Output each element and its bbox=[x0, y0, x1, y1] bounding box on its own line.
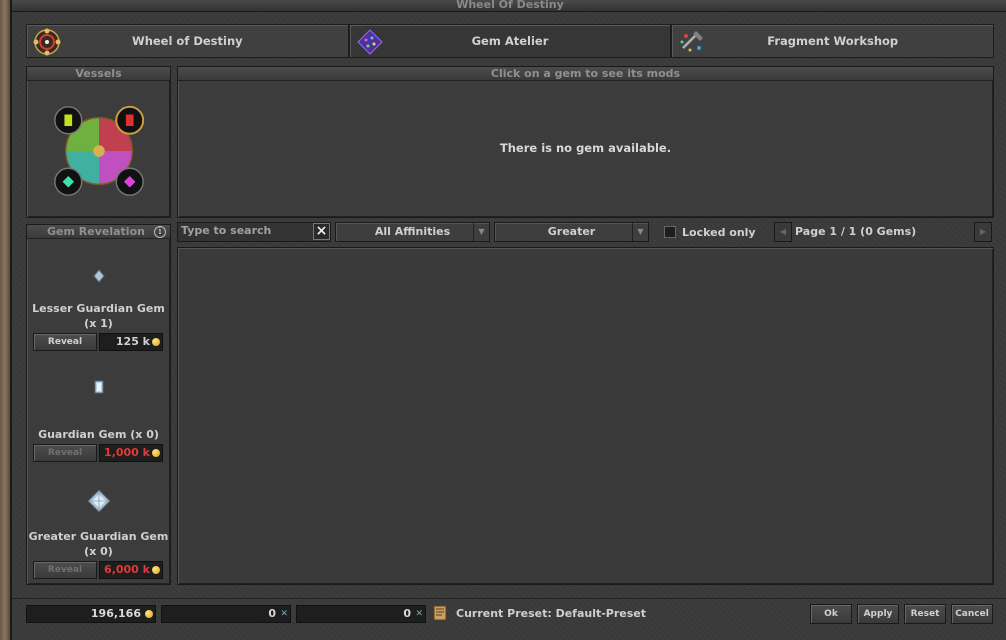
lesser-gem-icon bbox=[92, 269, 105, 283]
gem-list-area bbox=[177, 247, 994, 585]
info-icon[interactable]: i bbox=[154, 226, 166, 238]
greater-gem-icon bbox=[86, 489, 111, 513]
wheel-of-destiny-window: Wheel Of Destiny Wheel of Destiny Gem At… bbox=[10, 0, 1006, 640]
quality-dropdown[interactable]: Greater ▼ bbox=[494, 222, 649, 242]
vessels-panel: Vessels bbox=[26, 66, 171, 218]
tab-fragment-workshop[interactable]: Fragment Workshop bbox=[671, 24, 995, 58]
price-value: 6,000 k bbox=[104, 563, 150, 576]
page-indicator: Page 1 / 1 (0 Gems) bbox=[795, 225, 917, 238]
lesser-fragment-value: 0 bbox=[268, 607, 276, 620]
gem-mods-panel: Click on a gem to see its mods There is … bbox=[177, 66, 994, 218]
gem-name: Guardian Gem (x 0) bbox=[38, 428, 159, 441]
gem-revelation-title: Gem Revelation bbox=[47, 225, 145, 238]
vessel-wheel-icon[interactable] bbox=[51, 103, 147, 199]
lesser-fragment-counter: 0 ✕ bbox=[161, 605, 291, 623]
tab-label: Fragment Workshop bbox=[767, 34, 899, 48]
reveal-greater-button[interactable]: Reveal bbox=[33, 561, 97, 579]
no-gem-message: There is no gem available. bbox=[499, 141, 672, 155]
tab-wheel-of-destiny[interactable]: Wheel of Destiny bbox=[26, 24, 349, 58]
gold-coin-icon bbox=[152, 566, 160, 574]
greater-fragment-icon: ✕ bbox=[415, 609, 423, 619]
reveal-guardian-button[interactable]: Reveal bbox=[33, 444, 97, 462]
chevron-down-icon: ▼ bbox=[632, 223, 648, 241]
filter-bar: Type to search × All Affinities ▼ Greate… bbox=[177, 222, 994, 244]
vessels-header: Vessels bbox=[27, 67, 170, 81]
gem-revelation-header: Gem Revelation bbox=[27, 225, 170, 239]
greater-guardian-gem-item: Greater Guardian Gem (x 0) Reveal 6,000 … bbox=[27, 489, 170, 579]
guardian-gem-price: 1,000 k bbox=[99, 444, 163, 462]
locked-only-checkbox[interactable] bbox=[664, 226, 676, 238]
tab-bar: Wheel of Destiny Gem Atelier Fragment Wo… bbox=[26, 24, 995, 58]
greater-fragment-counter: 0 ✕ bbox=[296, 605, 426, 623]
tab-label: Wheel of Destiny bbox=[132, 34, 243, 48]
next-page-button[interactable]: ▶ bbox=[974, 222, 992, 242]
window-title[interactable]: Wheel Of Destiny bbox=[12, 0, 1006, 12]
current-preset-label: Current Preset: Default-Preset bbox=[456, 607, 647, 620]
background-edge bbox=[0, 0, 10, 640]
search-input[interactable]: Type to search bbox=[177, 222, 331, 242]
reveal-lesser-button[interactable]: Reveal bbox=[33, 333, 97, 351]
cancel-button[interactable]: Cancel bbox=[951, 604, 993, 624]
fragment-workshop-icon bbox=[680, 31, 704, 52]
wheel-icon bbox=[33, 28, 61, 56]
price-value: 1,000 k bbox=[104, 446, 150, 459]
gem-revelation-panel: Gem Revelation i Lesser Guardian Gem (x … bbox=[26, 224, 171, 585]
search-placeholder: Type to search bbox=[181, 224, 272, 237]
tab-gem-atelier[interactable]: Gem Atelier bbox=[348, 24, 672, 58]
clear-search-icon[interactable]: × bbox=[313, 223, 330, 240]
gem-name: Greater Guardian Gem (x 0) bbox=[28, 530, 169, 558]
ok-button[interactable]: Ok bbox=[810, 604, 852, 624]
greater-gem-price: 6,000 k bbox=[99, 561, 163, 579]
gold-coin-icon bbox=[145, 610, 153, 618]
tab-label: Gem Atelier bbox=[471, 34, 549, 48]
gem-atelier-icon bbox=[356, 29, 383, 55]
gold-coin-icon bbox=[152, 338, 160, 346]
gold-value: 196,166 bbox=[90, 607, 141, 620]
greater-fragment-value: 0 bbox=[403, 607, 411, 620]
lesser-fragment-icon: ✕ bbox=[280, 609, 288, 619]
prev-page-button[interactable]: ◀ bbox=[774, 222, 792, 242]
bottom-bar: 196,166 0 ✕ 0 ✕ Current Preset: Default-Pr… bbox=[12, 598, 1006, 628]
preset-icon[interactable] bbox=[432, 605, 448, 621]
lesser-gem-price: 125 k bbox=[99, 333, 163, 351]
gold-counter: 196,166 bbox=[26, 605, 156, 623]
quality-value: Greater bbox=[547, 225, 596, 238]
reset-button[interactable]: Reset bbox=[904, 604, 946, 624]
guardian-gem-item: Guardian Gem (x 0) Reveal 1,000 k bbox=[27, 379, 170, 462]
lesser-guardian-gem-item: Lesser Guardian Gem (x 1) Reveal 125 k bbox=[27, 269, 170, 351]
guardian-gem-icon bbox=[94, 380, 103, 394]
affinity-value: All Affinities bbox=[374, 225, 451, 238]
locked-only-label: Locked only bbox=[682, 226, 756, 239]
gold-coin-icon bbox=[152, 449, 160, 457]
gem-name: Lesser Guardian Gem (x 1) bbox=[32, 302, 165, 330]
price-value: 125 k bbox=[115, 335, 150, 348]
gem-mods-header: Click on a gem to see its mods bbox=[178, 67, 993, 81]
apply-button[interactable]: Apply bbox=[857, 604, 899, 624]
chevron-down-icon: ▼ bbox=[473, 223, 489, 241]
affinity-dropdown[interactable]: All Affinities ▼ bbox=[335, 222, 490, 242]
